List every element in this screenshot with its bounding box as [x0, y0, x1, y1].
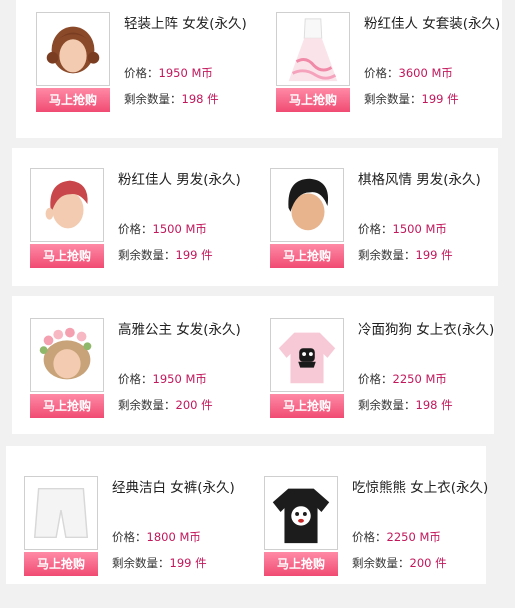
red-male-hair-icon[interactable]	[30, 168, 104, 242]
product-item: 马上抢购 冷面狗狗 女上衣(永久) 价格：2250 M币 剩余数量：198 件	[270, 318, 515, 428]
product-name: 冷面狗狗 女上衣(永久)	[358, 322, 495, 338]
buy-now-button[interactable]: 马上抢购	[36, 88, 110, 112]
product-name: 高雅公主 女发(永久)	[118, 322, 241, 338]
product-item: 马上抢购 吃惊熊熊 女上衣(永久) 价格：2250 M币 剩余数量：200 件	[264, 476, 514, 586]
black-male-hair-icon[interactable]	[270, 168, 344, 242]
black-bear-tshirt-icon[interactable]	[264, 476, 338, 550]
product-name: 粉红佳人 男发(永久)	[118, 172, 241, 188]
product-name: 吃惊熊熊 女上衣(永久)	[352, 480, 489, 496]
stock-line: 剩余数量：200 件	[352, 556, 447, 570]
buy-now-button[interactable]: 马上抢购	[276, 88, 350, 112]
buy-now-button[interactable]: 马上抢购	[270, 244, 344, 268]
product-item: 马上抢购 经典洁白 女裤(永久) 价格：1800 M币 剩余数量：199 件	[24, 476, 274, 586]
white-shorts-icon[interactable]	[24, 476, 98, 550]
price-line: 价格：1800 M币	[112, 530, 201, 544]
buy-now-button[interactable]: 马上抢购	[30, 244, 104, 268]
price-line: 价格：1950 M币	[124, 66, 213, 80]
price-line: 价格：1500 M币	[118, 222, 207, 236]
stock-line: 剩余数量：199 件	[118, 248, 213, 262]
product-item: 马上抢购 粉红佳人 女套装(永久) 价格：3600 M币 剩余数量：199 件	[276, 12, 515, 122]
pink-dog-sweater-icon[interactable]	[270, 318, 344, 392]
product-item: 马上抢购 粉红佳人 男发(永久) 价格：1500 M币 剩余数量：199 件	[30, 168, 280, 278]
stock-line: 剩余数量：198 件	[358, 398, 453, 412]
price-line: 价格：1950 M币	[118, 372, 207, 386]
stock-line: 剩余数量：199 件	[364, 92, 459, 106]
price-line: 价格：2250 M币	[358, 372, 447, 386]
product-name: 棋格风情 男发(永久)	[358, 172, 481, 188]
product-name: 经典洁白 女裤(永久)	[112, 480, 235, 496]
buy-now-button[interactable]: 马上抢购	[30, 394, 104, 418]
price-line: 价格：1500 M币	[358, 222, 447, 236]
price-line: 价格：3600 M币	[364, 66, 453, 80]
stock-line: 剩余数量：199 件	[358, 248, 453, 262]
buy-now-button[interactable]: 马上抢购	[264, 552, 338, 576]
price-line: 价格：2250 M币	[352, 530, 441, 544]
buy-now-button[interactable]: 马上抢购	[24, 552, 98, 576]
product-name: 粉红佳人 女套装(永久)	[364, 16, 501, 32]
product-name: 轻装上阵 女发(永久)	[124, 16, 247, 32]
product-item: 马上抢购 棋格风情 男发(永久) 价格：1500 M币 剩余数量：199 件	[270, 168, 515, 278]
stock-line: 剩余数量：200 件	[118, 398, 213, 412]
brown-braided-hair-icon[interactable]	[36, 12, 110, 86]
pink-dress-icon[interactable]	[276, 12, 350, 86]
product-item: 马上抢购 高雅公主 女发(永久) 价格：1950 M币 剩余数量：200 件	[30, 318, 280, 428]
flower-crown-hair-icon[interactable]	[30, 318, 104, 392]
stock-line: 剩余数量：198 件	[124, 92, 219, 106]
stock-line: 剩余数量：199 件	[112, 556, 207, 570]
buy-now-button[interactable]: 马上抢购	[270, 394, 344, 418]
product-item: 马上抢购 轻装上阵 女发(永久) 价格：1950 M币 剩余数量：198 件	[36, 12, 286, 122]
